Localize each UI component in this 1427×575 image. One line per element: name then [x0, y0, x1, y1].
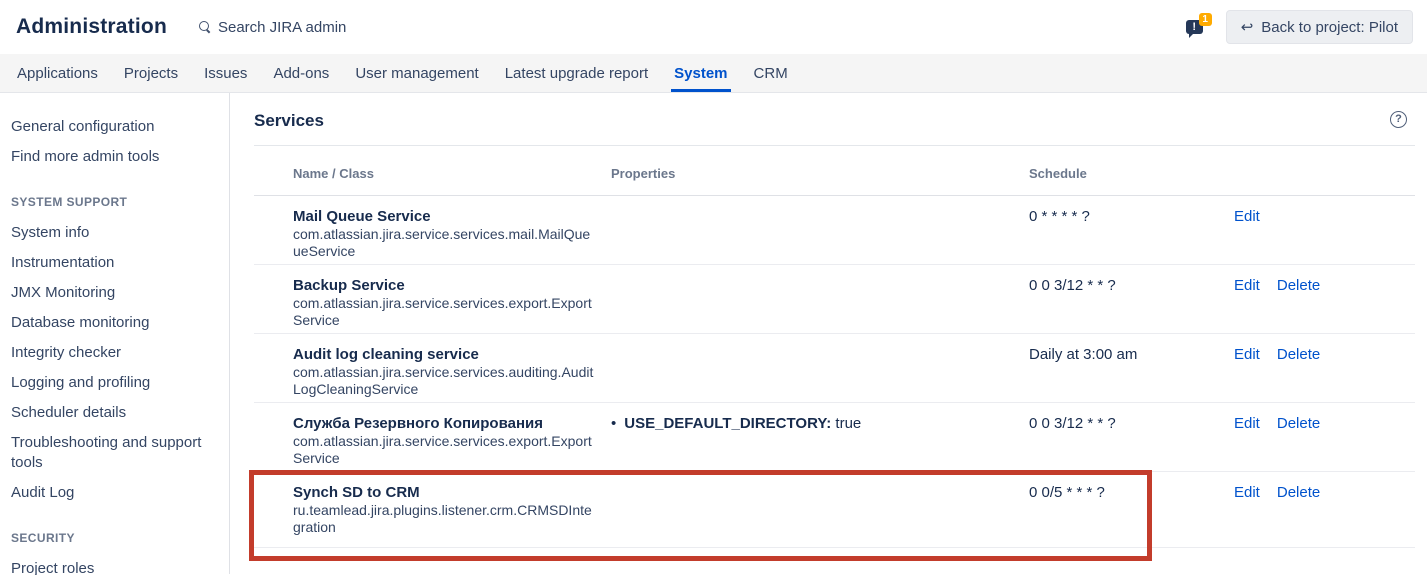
service-properties-cell — [611, 483, 1029, 547]
sidebar-item-instrumentation[interactable]: Instrumentation — [11, 253, 211, 273]
col-header-properties: Properties — [611, 166, 1029, 181]
service-class: com.atlassian.jira.service.services.audi… — [293, 364, 611, 398]
property-value: true — [835, 415, 861, 432]
service-class: com.atlassian.jira.service.services.mail… — [293, 226, 611, 260]
tab-issues[interactable]: Issues — [191, 54, 260, 92]
sidebar-item-database-monitoring[interactable]: Database monitoring — [11, 313, 211, 333]
service-name-class-cell: Synch SD to CRM ru.teamlead.jira.plugins… — [293, 483, 611, 547]
sidebar-section-system-support: SYSTEM SUPPORT — [11, 195, 219, 209]
table-row-highlighted: Synch SD to CRM ru.teamlead.jira.plugins… — [254, 472, 1415, 548]
edit-link[interactable]: Edit — [1234, 276, 1260, 333]
service-properties-cell — [611, 276, 1029, 333]
table-row: Служба Резервного Копирования com.atlass… — [254, 403, 1415, 472]
services-table: Name / Class Properties Schedule Mail Qu… — [254, 166, 1415, 548]
sidebar-item-logging-and-profiling[interactable]: Logging and profiling — [11, 373, 211, 393]
sidebar-item-project-roles[interactable]: Project roles — [11, 559, 211, 575]
edit-link[interactable]: Edit — [1234, 207, 1260, 264]
edit-link[interactable]: Edit — [1234, 483, 1260, 547]
tab-system[interactable]: System — [661, 54, 740, 92]
service-name-class-cell: Backup Service com.atlassian.jira.servic… — [293, 276, 611, 333]
table-row: Audit log cleaning service com.atlassian… — [254, 334, 1415, 403]
service-schedule: Daily at 3:00 am — [1029, 345, 1234, 402]
service-name-class-cell: Служба Резервного Копирования com.atlass… — [293, 414, 611, 471]
table-header-row: Name / Class Properties Schedule — [254, 166, 1415, 196]
delete-link[interactable]: Delete — [1277, 483, 1320, 547]
service-name: Audit log cleaning service — [293, 345, 611, 364]
service-properties-cell — [611, 345, 1029, 402]
sidebar-item-audit-log[interactable]: Audit Log — [11, 483, 211, 503]
sidebar-item-find-more-admin-tools[interactable]: Find more admin tools — [11, 147, 211, 167]
service-class: ru.teamlead.jira.plugins.listener.crm.CR… — [293, 502, 611, 536]
service-schedule: 0 0/5 * * * ? — [1029, 483, 1234, 547]
property-text: USE_DEFAULT_DIRECTORY: true — [624, 414, 861, 471]
back-to-project-button[interactable]: ↩ Back to project: Pilot — [1226, 10, 1413, 44]
sidebar-item-scheduler-details[interactable]: Scheduler details — [11, 403, 211, 423]
service-class: com.atlassian.jira.service.services.expo… — [293, 295, 611, 329]
admin-search[interactable] — [199, 19, 438, 36]
service-name: Mail Queue Service — [293, 207, 611, 226]
tab-add-ons[interactable]: Add-ons — [260, 54, 342, 92]
service-name-class-cell: Mail Queue Service com.atlassian.jira.se… — [293, 207, 611, 264]
bullet-icon: • — [611, 414, 616, 471]
service-properties-cell: • USE_DEFAULT_DIRECTORY: true — [611, 414, 1029, 471]
back-button-label: Back to project: Pilot — [1261, 19, 1398, 36]
top-header: Administration ! 1 ↩ Back to project: Pi… — [0, 0, 1427, 54]
service-actions-cell: Edit Delete — [1234, 414, 1415, 471]
admin-sidebar: General configuration Find more admin to… — [0, 93, 230, 574]
service-name: Synch SD to CRM — [293, 483, 611, 502]
notification-badge: 1 — [1199, 13, 1212, 26]
search-icon — [199, 21, 211, 33]
tab-latest-upgrade-report[interactable]: Latest upgrade report — [492, 54, 661, 92]
service-actions-cell: Edit Delete — [1234, 345, 1415, 402]
service-schedule: 0 0 3/12 * * ? — [1029, 276, 1234, 333]
table-row: Backup Service com.atlassian.jira.servic… — [254, 265, 1415, 334]
notifications-button[interactable]: ! 1 — [1186, 16, 1210, 38]
main-panel: Services ? Name / Class Properties Sched… — [230, 93, 1427, 574]
service-schedule: 0 * * * * ? — [1029, 207, 1234, 264]
col-header-schedule: Schedule — [1029, 166, 1234, 181]
tab-applications[interactable]: Applications — [4, 54, 111, 92]
sidebar-section-security: SECURITY — [11, 531, 219, 545]
col-header-name-class: Name / Class — [293, 166, 611, 181]
title-divider — [254, 145, 1415, 146]
sidebar-item-integrity-checker[interactable]: Integrity checker — [11, 343, 211, 363]
app-title: Administration — [16, 15, 167, 39]
tab-projects[interactable]: Projects — [111, 54, 191, 92]
table-row: Mail Queue Service com.atlassian.jira.se… — [254, 196, 1415, 265]
service-schedule: 0 0 3/12 * * ? — [1029, 414, 1234, 471]
service-actions-cell: Edit Delete — [1234, 483, 1415, 547]
sidebar-item-jmx-monitoring[interactable]: JMX Monitoring — [11, 283, 211, 303]
property-key: USE_DEFAULT_DIRECTORY: — [624, 415, 831, 432]
tab-crm[interactable]: CRM — [741, 54, 801, 92]
sidebar-item-troubleshooting[interactable]: Troubleshooting and support tools — [11, 433, 211, 473]
edit-link[interactable]: Edit — [1234, 345, 1260, 402]
service-class: com.atlassian.jira.service.services.expo… — [293, 433, 611, 467]
service-actions-cell: Edit — [1234, 207, 1415, 264]
header-right: ! 1 ↩ Back to project: Pilot — [1186, 10, 1413, 44]
tab-user-management[interactable]: User management — [342, 54, 491, 92]
service-name-class-cell: Audit log cleaning service com.atlassian… — [293, 345, 611, 402]
search-input[interactable] — [218, 19, 438, 36]
service-name: Служба Резервного Копирования — [293, 414, 611, 433]
delete-link[interactable]: Delete — [1277, 414, 1320, 471]
help-icon[interactable]: ? — [1390, 111, 1407, 128]
back-arrow-icon: ↩ — [1241, 18, 1254, 36]
edit-link[interactable]: Edit — [1234, 414, 1260, 471]
service-properties-cell — [611, 207, 1029, 264]
admin-tabbar: Applications Projects Issues Add-ons Use… — [0, 54, 1427, 93]
service-actions-cell: Edit Delete — [1234, 276, 1415, 333]
sidebar-item-system-info[interactable]: System info — [11, 223, 211, 243]
service-name: Backup Service — [293, 276, 611, 295]
delete-link[interactable]: Delete — [1277, 345, 1320, 402]
delete-link[interactable]: Delete — [1277, 276, 1320, 333]
page-title: Services — [254, 111, 324, 131]
sidebar-item-general-configuration[interactable]: General configuration — [11, 117, 211, 137]
